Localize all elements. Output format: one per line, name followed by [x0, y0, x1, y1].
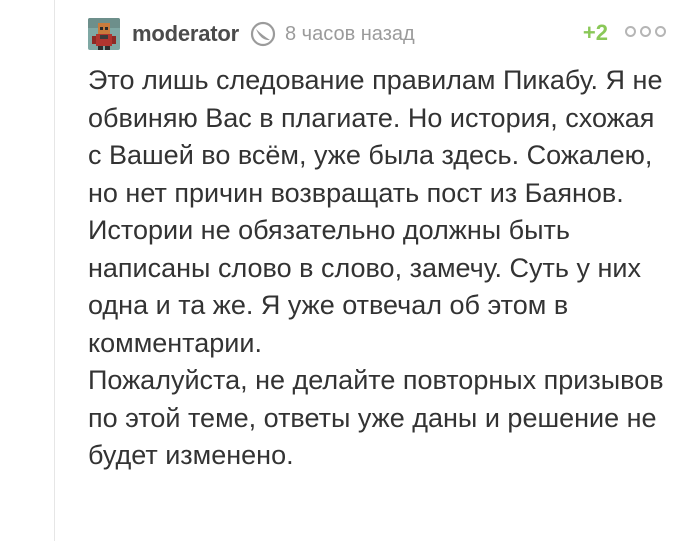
dot-icon — [640, 26, 651, 37]
more-dots-icon[interactable] — [625, 26, 666, 37]
comment-thread-line — [54, 0, 55, 541]
moderator-icon — [249, 20, 277, 48]
comment: moderator 8 часов назад +2 Это лишь след… — [88, 14, 670, 475]
comment-time[interactable]: 8 часов назад — [285, 23, 415, 46]
comment-paragraph: Истории не обязательно должны быть напис… — [88, 215, 641, 358]
comment-header: moderator 8 часов назад +2 — [88, 14, 670, 54]
dot-icon — [655, 26, 666, 37]
comment-paragraph: Пожалуйста, не делайте повторных призыво… — [88, 365, 664, 470]
comment-body: Это лишь следование правилам Пикабу. Я н… — [88, 62, 670, 475]
comment-rating: +2 — [582, 20, 608, 45]
dot-icon — [625, 26, 636, 37]
comment-author[interactable]: moderator — [132, 21, 239, 47]
comment-paragraph: Это лишь следование правилам Пикабу. Я н… — [88, 65, 663, 208]
avatar[interactable] — [88, 18, 120, 50]
